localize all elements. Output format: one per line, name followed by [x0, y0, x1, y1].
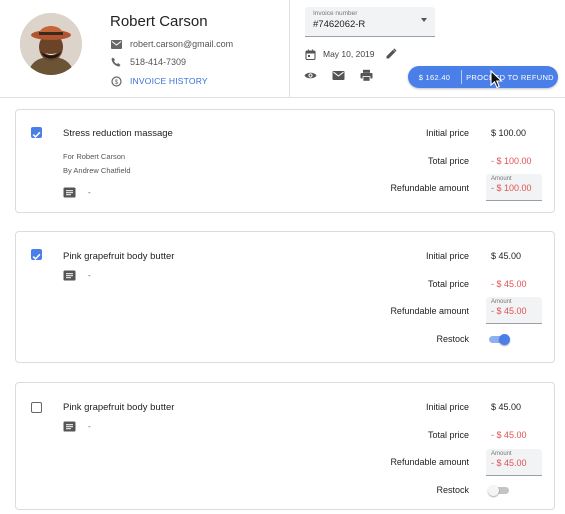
item-title: Pink grapefruit body butter — [63, 402, 175, 413]
restock-label: Restock — [436, 485, 469, 495]
refundable-amount-field[interactable]: Amount - $ 45.00 — [486, 297, 542, 324]
email-icon — [110, 38, 122, 50]
invoice-history-label: INVOICE HISTORY — [130, 76, 208, 86]
total-price-label: Total price — [427, 430, 469, 440]
refund-button-label: PROCEED TO REFUND — [466, 72, 554, 82]
phone-icon — [110, 56, 122, 68]
refundable-amount-label: Refundable amount — [390, 183, 469, 193]
initial-price-value: $ 45.00 — [491, 251, 522, 261]
item-note-row: - — [63, 270, 91, 281]
calendar-icon — [305, 49, 316, 60]
caret-down-icon — [421, 18, 427, 22]
total-price-value: - $ 100.00 — [491, 156, 532, 166]
item-checkbox[interactable] — [31, 402, 42, 413]
invoice-number-value: #7462062-R — [313, 19, 366, 30]
invoice-number-select[interactable]: Invoice number #7462062-R — [305, 7, 435, 37]
amount-field-label: Amount — [491, 176, 512, 182]
refundable-amount-field[interactable]: Amount - $ 100.00 — [486, 174, 542, 201]
amount-field-label: Amount — [491, 451, 512, 457]
customer-name: Robert Carson — [110, 13, 208, 30]
initial-price-value: $ 100.00 — [491, 128, 527, 138]
invoice-number-label: Invoice number — [313, 10, 358, 17]
person-icon-avatar — [20, 13, 82, 75]
toggle-knob — [499, 334, 510, 345]
restock-toggle[interactable] — [489, 334, 510, 345]
history-icon: $ — [110, 75, 122, 87]
mouse-cursor-icon — [489, 69, 505, 90]
refund-item-card: Pink grapefruit body butter - Initial pr… — [15, 382, 555, 510]
total-price-value: - $ 45.00 — [491, 430, 527, 440]
item-note-row: - — [63, 421, 91, 432]
email-row: robert.carson@gmail.com — [110, 38, 233, 50]
printer-icon[interactable] — [360, 69, 373, 82]
avatar — [20, 13, 82, 75]
refundable-amount-value: - $ 45.00 — [491, 458, 527, 468]
refundable-amount-label: Refundable amount — [390, 457, 469, 467]
mail-icon[interactable] — [332, 69, 345, 82]
invoice-history-link[interactable]: $ INVOICE HISTORY — [110, 75, 208, 87]
restock-toggle[interactable] — [488, 485, 509, 496]
item-checkbox[interactable] — [31, 127, 42, 139]
item-title: Stress reduction massage — [63, 128, 173, 139]
invoice-actions — [304, 69, 388, 82]
invoice-date-row: May 10, 2019 — [305, 48, 397, 60]
refund-total-amount: $ 162.40 — [418, 72, 451, 82]
total-price-value: - $ 45.00 — [491, 279, 527, 289]
initial-price-value: $ 45.00 — [491, 402, 522, 412]
pencil-icon[interactable] — [385, 48, 397, 60]
note-icon — [63, 187, 76, 198]
note-icon — [63, 421, 76, 432]
item-for-line: For Robert Carson — [63, 152, 126, 161]
total-price-label: Total price — [427, 156, 469, 166]
header-divider — [289, 0, 290, 98]
refundable-amount-value: - $ 100.00 — [491, 183, 532, 193]
invoice-date: May 10, 2019 — [323, 49, 375, 59]
toggle-knob — [488, 485, 499, 496]
initial-price-label: Initial price — [425, 402, 469, 412]
initial-price-label: Initial price — [425, 251, 469, 261]
initial-price-label: Initial price — [425, 128, 469, 138]
eye-icon[interactable] — [304, 69, 317, 82]
restock-label: Restock — [436, 334, 469, 344]
refund-item-card: Stress reduction massage For Robert Cars… — [15, 109, 555, 213]
refundable-amount-label: Refundable amount — [390, 306, 469, 316]
item-checkbox[interactable] — [31, 249, 42, 261]
refundable-amount-value: - $ 45.00 — [491, 306, 527, 316]
item-note-text: - — [88, 188, 91, 197]
item-note-text: - — [88, 422, 91, 431]
customer-phone: 518-414-7309 — [130, 57, 187, 67]
amount-field-label: Amount — [491, 299, 512, 305]
customer-email: robert.carson@gmail.com — [130, 39, 234, 49]
refund-item-card: Pink grapefruit body butter - Initial pr… — [15, 231, 555, 363]
item-by-line: By Andrew Chatfield — [63, 166, 131, 175]
refundable-amount-field[interactable]: Amount - $ 45.00 — [486, 449, 542, 476]
proceed-to-refund-button[interactable]: $ 162.40 PROCEED TO REFUND — [408, 66, 558, 88]
svg-text:$: $ — [114, 79, 118, 86]
total-price-label: Total price — [427, 279, 469, 289]
note-icon — [63, 270, 76, 281]
invoice-header: Robert Carson robert.carson@gmail.com 51… — [0, 0, 565, 98]
item-note-text: - — [88, 271, 91, 280]
item-title: Pink grapefruit body butter — [63, 251, 175, 262]
item-note-row: - — [63, 187, 91, 198]
phone-row: 518-414-7309 — [110, 56, 186, 68]
